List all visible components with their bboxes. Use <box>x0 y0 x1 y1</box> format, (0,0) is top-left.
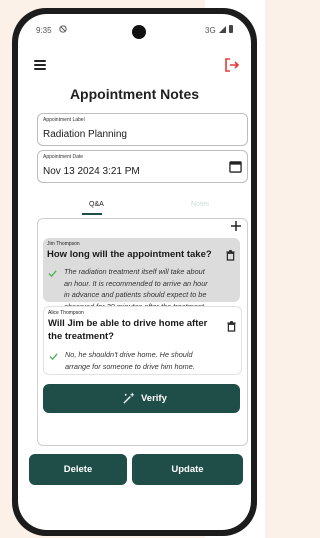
verify-button[interactable]: Verify <box>43 384 240 413</box>
qa-answer-line: The radiation treatment itself will take… <box>64 267 205 276</box>
appointment-date-value: Nov 13 2024 3:21 PM <box>43 166 140 177</box>
tab-qa[interactable]: Q&A <box>89 201 104 208</box>
menu-icon[interactable] <box>34 60 46 70</box>
trash-icon[interactable] <box>226 250 235 261</box>
phone-frame: 9:35 3G Appointment Notes Appointment La… <box>12 8 257 536</box>
qa-answer-line: arrange for someone to drive him home. <box>65 361 195 371</box>
qa-author: Jim Thompson <box>47 241 80 247</box>
qa-item[interactable]: Jim Thompson How long will the appointme… <box>43 238 240 311</box>
do-not-disturb-icon <box>59 25 67 33</box>
tab-notes[interactable]: Notes <box>191 201 209 208</box>
appointment-label-caption: Appointment Label <box>43 117 85 123</box>
appointment-date-field[interactable]: Appointment Date Nov 13 2024 3:21 PM <box>37 150 248 183</box>
logout-icon[interactable] <box>224 57 240 73</box>
qa-item[interactable]: Alice Thompson Will Jim be able to drive… <box>43 306 242 375</box>
active-tab-indicator <box>82 213 102 215</box>
delete-button[interactable]: Delete <box>29 454 127 485</box>
check-icon <box>49 353 58 361</box>
check-icon <box>48 270 57 278</box>
page-title: Appointment Notes <box>69 86 200 102</box>
magic-wand-icon <box>123 392 135 404</box>
plus-icon[interactable] <box>230 220 242 232</box>
qa-answer-line: No, he shouldn't drive home. He should <box>65 350 193 359</box>
update-button[interactable]: Update <box>132 454 243 485</box>
qa-question: How long will the appointment take? <box>47 249 212 260</box>
appointment-label-value: Radiation Planning <box>43 129 127 140</box>
calendar-icon[interactable] <box>229 160 242 173</box>
appointment-date-caption: Appointment Date <box>43 154 84 160</box>
qa-answer-line: an hour. It is recommended to arrive an … <box>64 278 208 288</box>
qa-answer-line: in advance and patients should expect to… <box>64 290 207 299</box>
status-time: 9:35 <box>36 26 52 35</box>
battery-icon <box>229 25 233 33</box>
qa-question-line: the treatment? <box>48 331 114 342</box>
status-network: 3G <box>205 26 216 35</box>
signal-icon <box>219 26 226 33</box>
trash-icon[interactable] <box>227 321 236 332</box>
camera-cutout <box>132 25 146 39</box>
qa-author: Alice Thompson <box>48 310 84 316</box>
verify-label: Verify <box>141 393 167 404</box>
qa-question-line: Will Jim be able to drive home after <box>48 318 208 329</box>
phone-screen: 9:35 3G Appointment Notes Appointment La… <box>18 14 251 530</box>
appointment-label-field[interactable]: Appointment Label Radiation Planning <box>37 113 248 146</box>
